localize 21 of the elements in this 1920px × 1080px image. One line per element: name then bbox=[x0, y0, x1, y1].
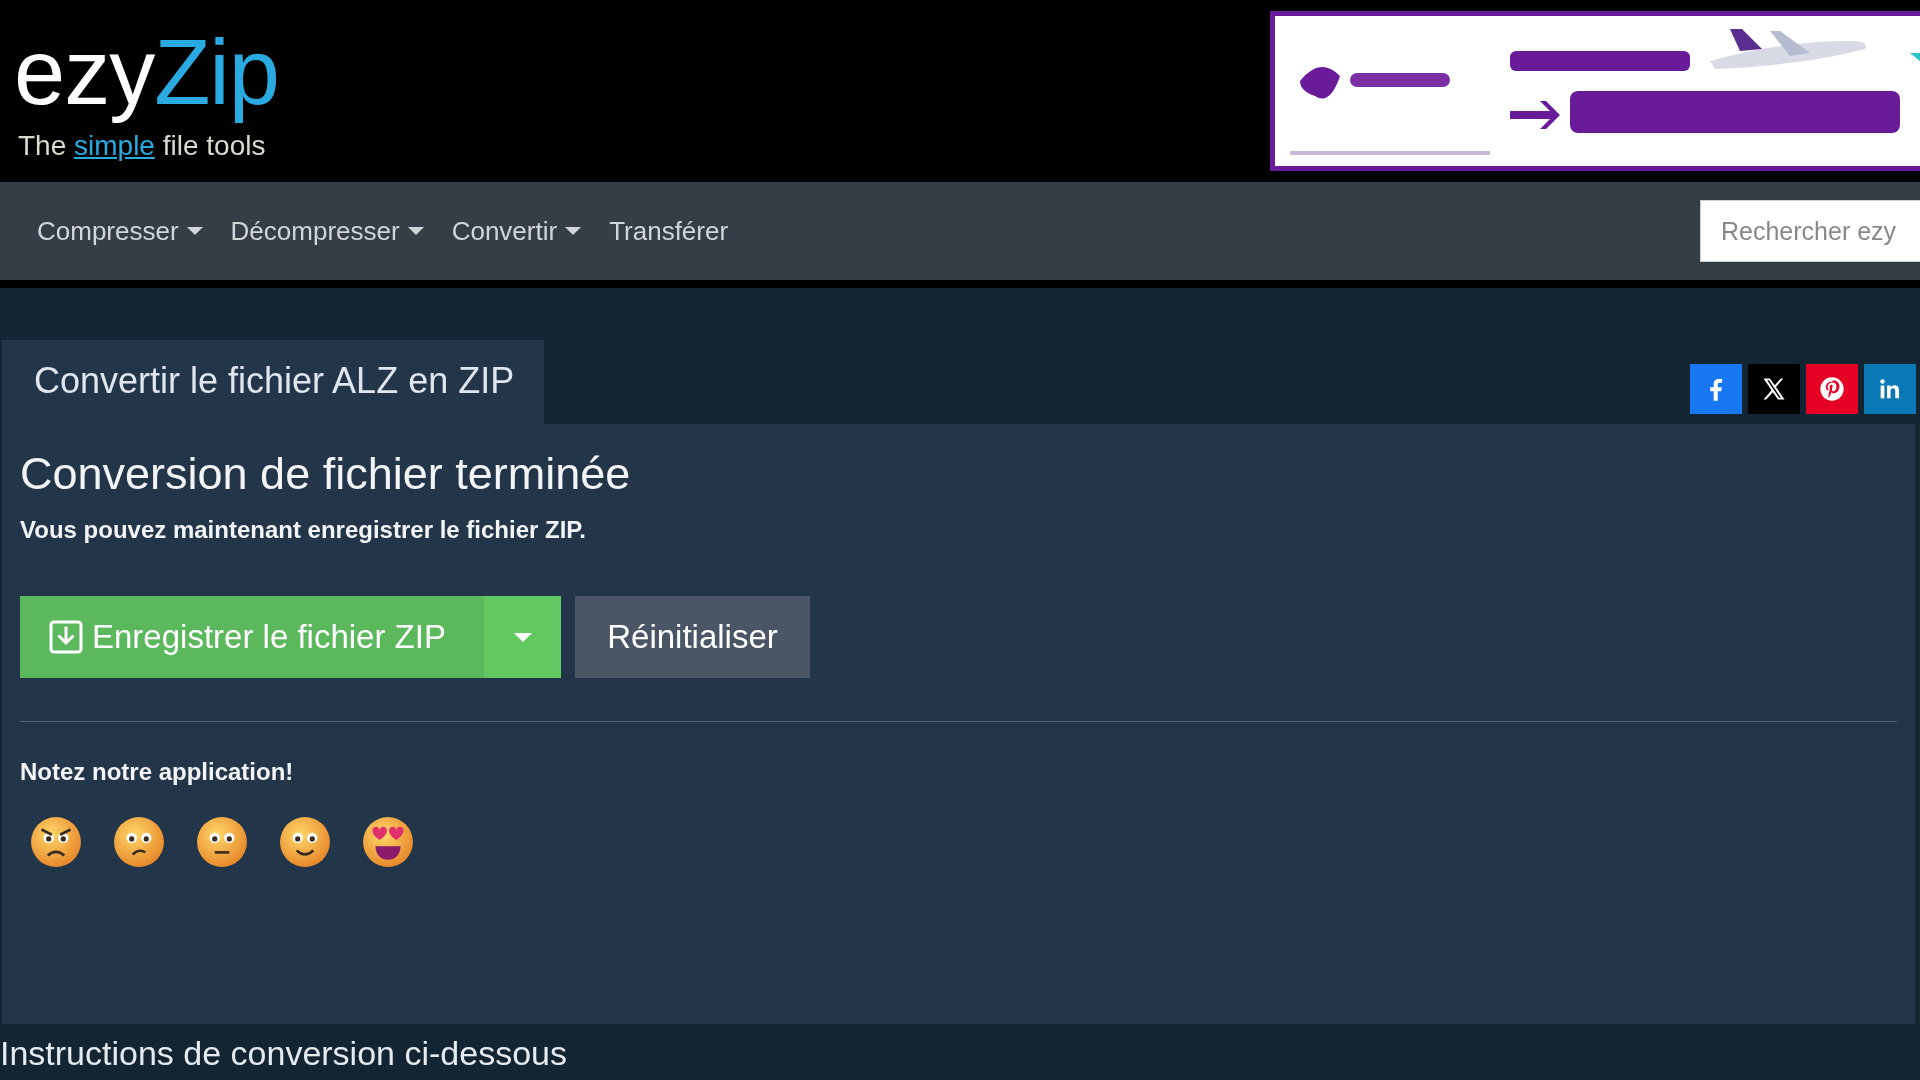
share-button[interactable] bbox=[1748, 364, 1800, 414]
result-heading: Conversion de fichier terminée bbox=[20, 448, 632, 500]
search-field[interactable]: Rechercher ezy bbox=[1700, 200, 1920, 262]
sad-face-icon[interactable] bbox=[113, 816, 165, 868]
nav-menu-item[interactable]: Convertir bbox=[451, 215, 582, 247]
result-message: Vous pouvez maintenant enregistrer le fichier ZIP. bbox=[20, 516, 587, 544]
love-face-icon[interactable] bbox=[362, 816, 414, 868]
logo-tagline: The simple file tools bbox=[18, 129, 267, 162]
nav-menu-item[interactable]: Décompresser bbox=[230, 215, 424, 247]
nav-menu-item[interactable]: Compresser bbox=[37, 215, 203, 247]
reset-button[interactable]: Réinitialiser bbox=[575, 596, 810, 678]
caret-icon bbox=[513, 632, 532, 642]
neutral-face-icon[interactable] bbox=[196, 816, 248, 868]
nav-menu-item[interactable]: Transférer bbox=[609, 215, 729, 247]
instructions-heading: Instructions de conversion ci-dessous bbox=[0, 1034, 568, 1074]
download-icon bbox=[48, 619, 84, 655]
pinterest-icon bbox=[1818, 375, 1846, 403]
happy-face-icon[interactable] bbox=[279, 816, 331, 868]
logo-wordmark[interactable]: ezyZip bbox=[14, 20, 279, 126]
angry-face-icon[interactable] bbox=[30, 816, 82, 868]
rating-title: Notez notre application! bbox=[20, 758, 295, 786]
